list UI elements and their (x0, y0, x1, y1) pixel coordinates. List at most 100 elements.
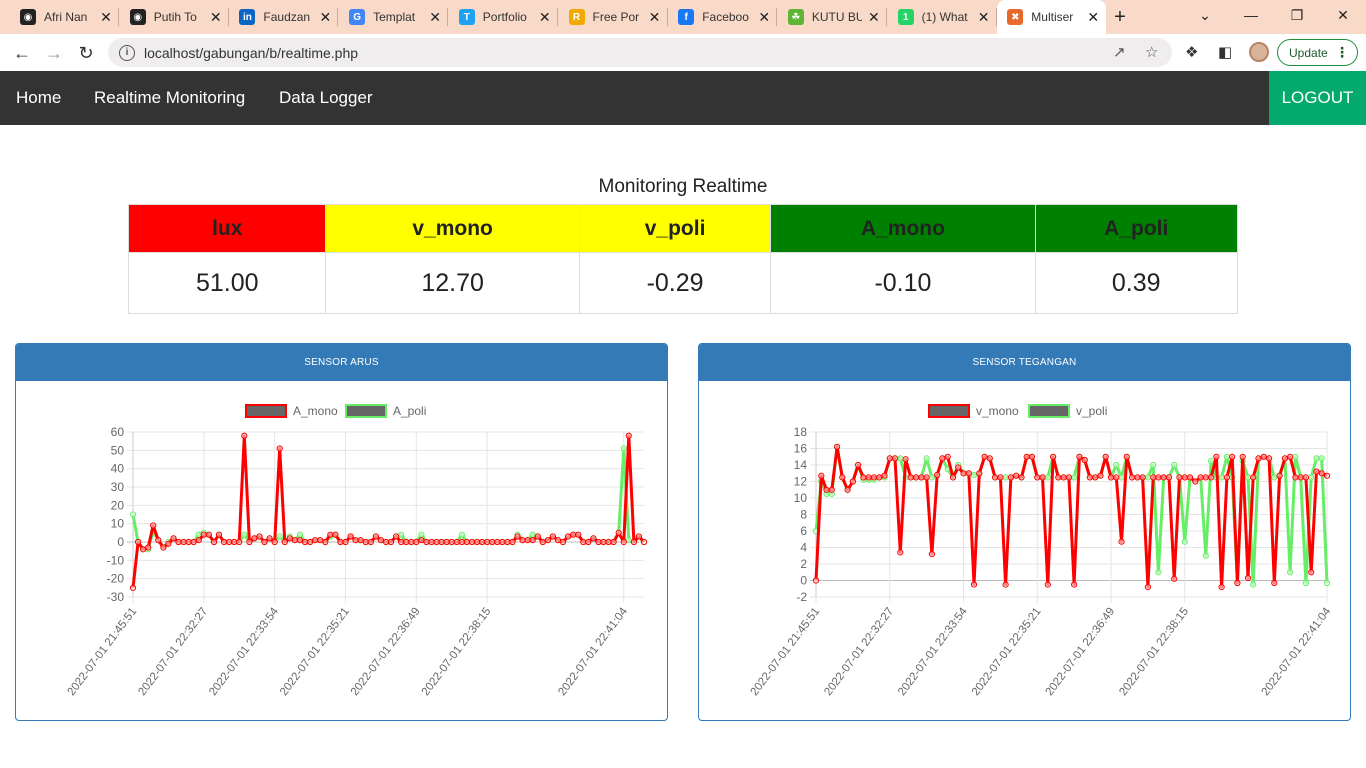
data-point[interactable] (1023, 453, 1030, 460)
data-point[interactable] (818, 472, 825, 479)
data-point[interactable] (897, 549, 904, 556)
data-point[interactable] (1113, 461, 1120, 469)
data-point[interactable] (1013, 472, 1020, 479)
data-point[interactable] (387, 538, 395, 546)
close-tab-icon[interactable]: ✕ (318, 9, 332, 26)
browser-tab[interactable]: ◉ Afri Nan ✕ (10, 0, 119, 34)
legend-item[interactable]: v_mono (928, 404, 1019, 418)
data-point[interactable] (524, 537, 531, 544)
data-point[interactable] (1028, 453, 1036, 460)
data-point[interactable] (625, 537, 632, 544)
data-point[interactable] (1081, 456, 1088, 464)
data-point[interactable] (504, 538, 511, 546)
data-point[interactable] (1181, 538, 1188, 545)
data-point[interactable] (357, 537, 364, 544)
data-point[interactable] (241, 432, 248, 439)
data-point[interactable] (165, 540, 172, 547)
data-point[interactable] (175, 538, 182, 546)
data-point[interactable] (1002, 581, 1009, 588)
data-point[interactable] (992, 474, 999, 481)
data-point[interactable] (928, 474, 935, 481)
data-point[interactable] (529, 531, 536, 538)
data-point[interactable] (236, 538, 243, 546)
data-point[interactable] (494, 538, 501, 546)
data-point[interactable] (1234, 579, 1241, 587)
bookmark-star-icon[interactable]: ☆ (1145, 43, 1158, 61)
data-point[interactable] (635, 533, 643, 540)
data-point[interactable] (1197, 474, 1204, 481)
data-point[interactable] (1044, 581, 1051, 588)
data-point[interactable] (620, 538, 627, 546)
data-point[interactable] (1281, 455, 1289, 462)
data-point[interactable] (881, 472, 888, 479)
data-point[interactable] (1239, 453, 1246, 460)
browser-tab[interactable]: R Free Por ✕ (559, 0, 668, 34)
data-point[interactable] (180, 538, 187, 546)
data-point[interactable] (1186, 474, 1194, 481)
data-point[interactable] (1292, 453, 1299, 460)
data-point[interactable] (1171, 461, 1178, 469)
data-point[interactable] (823, 486, 830, 493)
data-point[interactable] (970, 471, 978, 479)
data-point[interactable] (231, 538, 238, 546)
data-point[interactable] (129, 511, 137, 518)
data-point[interactable] (1039, 474, 1046, 481)
data-point[interactable] (529, 537, 536, 544)
data-point[interactable] (620, 445, 627, 452)
data-point[interactable] (1250, 581, 1257, 588)
data-point[interactable] (403, 538, 410, 546)
data-point[interactable] (1044, 474, 1051, 481)
data-point[interactable] (595, 538, 602, 546)
data-point[interactable] (140, 546, 147, 553)
data-point[interactable] (1244, 474, 1252, 481)
data-point[interactable] (1060, 474, 1067, 481)
data-point[interactable] (296, 537, 304, 544)
data-point[interactable] (1313, 455, 1320, 462)
data-point[interactable] (865, 474, 872, 481)
browser-tab[interactable]: T Portfolio ✕ (449, 0, 558, 34)
data-point[interactable] (570, 531, 577, 538)
data-point[interactable] (986, 455, 993, 462)
data-point[interactable] (393, 533, 400, 540)
data-point[interactable] (970, 581, 978, 588)
data-point[interactable] (965, 470, 972, 477)
data-point[interactable] (554, 537, 562, 544)
close-tab-icon[interactable]: ✕ (428, 9, 442, 26)
data-point[interactable] (1144, 474, 1151, 481)
data-point[interactable] (286, 535, 293, 542)
data-point[interactable] (458, 531, 465, 538)
data-point[interactable] (1065, 474, 1072, 481)
data-point[interactable] (463, 538, 470, 546)
browser-tab[interactable]: ✖ Multiser ✕ (997, 0, 1107, 34)
data-point[interactable] (1202, 552, 1209, 559)
data-point[interactable] (1271, 474, 1278, 481)
data-point[interactable] (509, 538, 516, 546)
data-point[interactable] (949, 474, 957, 481)
update-button[interactable]: Update ⋮ (1277, 39, 1358, 66)
data-point[interactable] (443, 538, 450, 546)
data-point[interactable] (834, 443, 841, 450)
data-point[interactable] (544, 537, 552, 544)
data-point[interactable] (332, 531, 339, 538)
data-point[interactable] (812, 577, 820, 584)
data-point[interactable] (1276, 472, 1283, 479)
data-point[interactable] (1302, 474, 1310, 481)
data-point[interactable] (1207, 457, 1215, 465)
minimize-button[interactable]: — (1228, 0, 1274, 30)
data-point[interactable] (514, 533, 521, 540)
logout-button[interactable]: LOGOUT (1269, 71, 1366, 125)
data-point[interactable] (468, 538, 476, 546)
data-point[interactable] (1071, 581, 1078, 588)
data-point[interactable] (565, 533, 572, 540)
data-point[interactable] (276, 533, 283, 540)
close-tab-icon[interactable]: ✕ (538, 9, 552, 26)
data-point[interactable] (1223, 453, 1231, 460)
data-point[interactable] (1071, 474, 1078, 481)
data-point[interactable] (160, 544, 167, 551)
legend-item[interactable]: A_mono (245, 404, 338, 418)
data-point[interactable] (534, 533, 541, 540)
data-point[interactable] (1134, 474, 1141, 481)
data-point[interactable] (549, 533, 557, 540)
data-point[interactable] (398, 531, 405, 538)
data-point[interactable] (907, 474, 914, 481)
